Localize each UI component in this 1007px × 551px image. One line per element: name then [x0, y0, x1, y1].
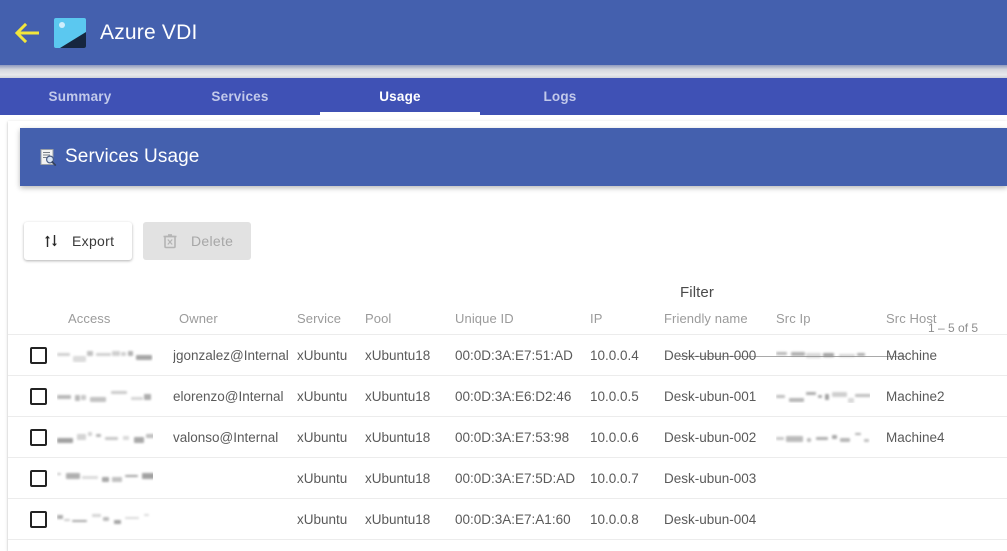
tab-services[interactable]: Services	[160, 78, 320, 115]
app-bar: Azure VDI	[0, 0, 1007, 65]
tab-logs[interactable]: Logs	[480, 78, 640, 115]
column-header-friendly-name[interactable]: Friendly name	[664, 311, 776, 326]
cell-unique-id: 00:0D:3A:E7:51:AD	[455, 347, 573, 363]
tab-bar: Summary Services Usage Logs	[0, 78, 1007, 115]
tab-usage[interactable]: Usage	[320, 78, 480, 115]
cell-service: xUbuntu	[297, 511, 348, 527]
cell-src-host: Machine	[886, 347, 938, 363]
delete-button-label: Delete	[191, 233, 234, 249]
redacted-text	[57, 430, 153, 445]
cell-src-ip	[776, 390, 886, 403]
cell-ip: 10.0.0.6	[590, 429, 639, 445]
cell-ip: 10.0.0.5	[590, 388, 639, 404]
cell-pool: xUbuntu18	[365, 388, 431, 404]
cell-friendly-name: Desk-ubun-003	[664, 470, 757, 486]
cell-unique-id: 00:0D:3A:E6:D2:46	[455, 388, 572, 404]
column-header-service[interactable]: Service	[297, 311, 365, 326]
cell-friendly-name: Desk-ubun-001	[664, 388, 757, 404]
column-header-src-host[interactable]: Src Host	[886, 311, 976, 326]
cell-src-ip	[776, 349, 886, 362]
trash-can-icon	[161, 232, 179, 250]
tab-label: Usage	[379, 89, 421, 104]
redacted-text	[57, 471, 153, 486]
tab-label: Summary	[48, 89, 112, 104]
column-header-unique-id[interactable]: Unique ID	[455, 311, 590, 326]
cell-pool: xUbuntu18	[365, 511, 431, 527]
cell-unique-id: 00:0D:3A:E7:A1:60	[455, 511, 571, 527]
usage-table: Access Owner Service Pool Unique ID IP F…	[8, 299, 1007, 540]
cell-friendly-name: Desk-ubun-000	[664, 347, 757, 363]
tab-summary[interactable]: Summary	[0, 78, 160, 115]
cell-pool: xUbuntu18	[365, 347, 431, 363]
column-header-access[interactable]: Access	[30, 311, 173, 326]
app-viewport: Azure VDI Summary Services Usage Logs Se…	[0, 0, 1007, 551]
cell-owner: elorenzo@Internal	[173, 388, 284, 404]
cell-access	[30, 510, 173, 528]
redacted-text	[776, 431, 870, 444]
cell-ip: 10.0.0.7	[590, 470, 639, 486]
cell-access	[30, 387, 173, 405]
column-header-owner[interactable]: Owner	[173, 311, 297, 326]
back-button[interactable]	[8, 13, 48, 53]
card-title: Services Usage	[65, 146, 200, 167]
cell-pool: xUbuntu18	[365, 470, 431, 486]
delete-button[interactable]: Delete	[143, 222, 252, 260]
header-divider-band	[0, 65, 1007, 78]
export-button-label: Export	[72, 233, 115, 249]
redacted-text	[57, 348, 153, 363]
cell-access	[30, 469, 173, 487]
table-toolbar: Export Delete Filter 1 – 5 of 5	[8, 206, 1007, 357]
cell-src-ip	[776, 431, 886, 444]
cell-src-host: Machine4	[886, 429, 945, 445]
table-row[interactable]: jgonzalez@Internal xUbuntu xUbuntu18 00:0D:…	[8, 335, 1007, 376]
cell-ip: 10.0.0.4	[590, 347, 639, 363]
cell-service: xUbuntu	[297, 388, 348, 404]
import-export-arrows-icon	[42, 232, 60, 250]
cell-owner: valonso@Internal	[173, 429, 279, 445]
row-select-checkbox[interactable]	[30, 387, 47, 405]
row-select-checkbox[interactable]	[30, 510, 47, 528]
cell-ip: 10.0.0.8	[590, 511, 639, 527]
table-row[interactable]: xUbuntu xUbuntu18 00:0D:3A:E7:5D:AD 10.0.0.…	[8, 458, 1007, 499]
cell-friendly-name: Desk-ubun-002	[664, 429, 757, 445]
row-select-checkbox[interactable]	[30, 428, 47, 446]
cell-service: xUbuntu	[297, 429, 348, 445]
card-header: Services Usage	[20, 128, 1007, 186]
table-header-row: Access Owner Service Pool Unique ID IP F…	[8, 299, 1007, 335]
column-header-pool[interactable]: Pool	[365, 311, 455, 326]
cell-friendly-name: Desk-ubun-004	[664, 511, 757, 527]
cell-unique-id: 00:0D:3A:E7:5D:AD	[455, 470, 576, 486]
logo-mountain	[60, 31, 86, 48]
row-select-checkbox[interactable]	[30, 346, 47, 364]
column-header-ip[interactable]: IP	[590, 311, 664, 326]
row-select-checkbox[interactable]	[30, 469, 47, 487]
app-title: Azure VDI	[100, 20, 198, 44]
table-row[interactable]: elorenzo@Internal xUbuntu xUbuntu18 00:0D:3…	[8, 376, 1007, 417]
cell-service: xUbuntu	[297, 470, 348, 486]
column-header-src-ip[interactable]: Src Ip	[776, 311, 886, 326]
redacted-text	[776, 390, 870, 403]
redacted-text	[57, 389, 153, 404]
cell-owner: jgonzalez@Internal	[173, 347, 289, 363]
services-usage-card: Services Usage Export Delete Filter 1 – …	[8, 121, 1007, 551]
cell-service: xUbuntu	[297, 347, 348, 363]
table-row[interactable]: xUbuntu xUbuntu18 00:0D:3A:E7:A1:60 10.0.0.…	[8, 499, 1007, 540]
tab-label: Services	[211, 89, 269, 104]
export-button[interactable]: Export	[24, 222, 133, 260]
cell-pool: xUbuntu18	[365, 429, 431, 445]
document-search-icon	[40, 148, 57, 166]
cell-src-host: Machine2	[886, 388, 945, 404]
table-body: jgonzalez@Internal xUbuntu xUbuntu18 00:0D:…	[8, 335, 1007, 540]
arrow-left-icon	[15, 22, 39, 43]
cell-access	[30, 428, 173, 446]
cell-access	[30, 346, 173, 364]
cell-unique-id: 00:0D:3A:E7:53:98	[455, 429, 570, 445]
redacted-text	[57, 512, 153, 527]
image-picture-icon	[54, 17, 86, 48]
table-row[interactable]: valonso@Internal xUbuntu xUbuntu18 00:0D:3A…	[8, 417, 1007, 458]
tab-label: Logs	[543, 89, 577, 104]
redacted-text	[776, 349, 870, 362]
logo-sun	[59, 21, 65, 28]
